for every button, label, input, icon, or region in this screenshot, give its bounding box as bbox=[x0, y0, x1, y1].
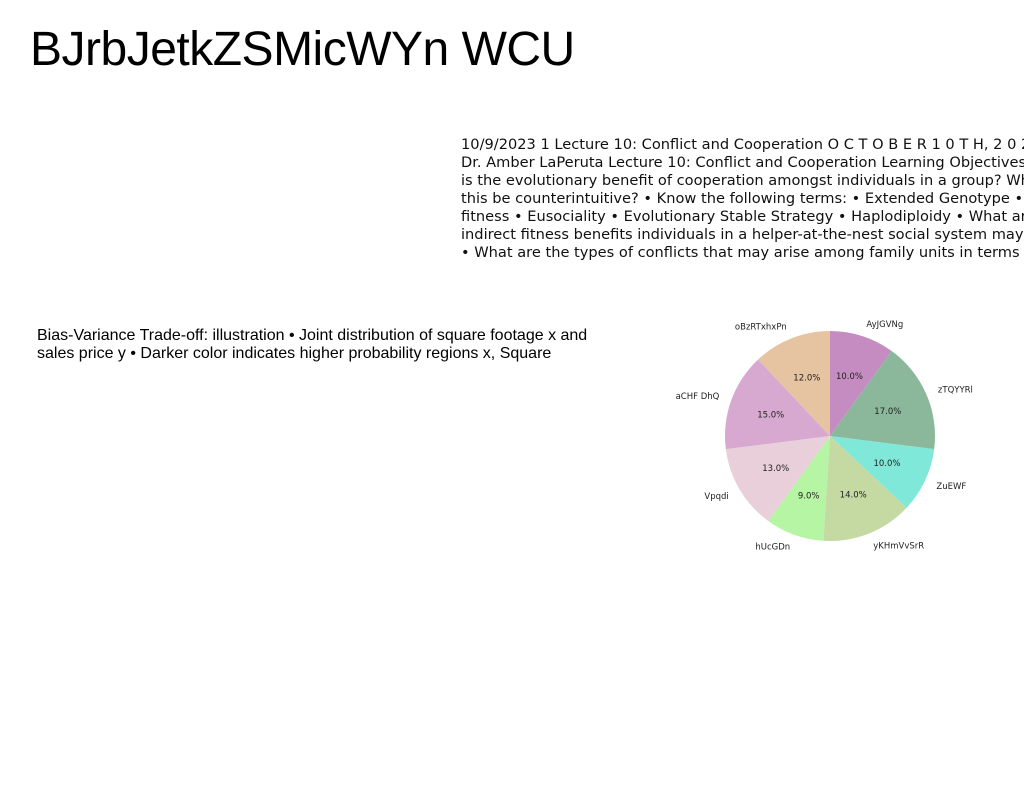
pie-pct-label: 14.0% bbox=[840, 491, 867, 501]
pie-category-label: Vpqdi bbox=[704, 492, 728, 502]
text-line: Dr. Amber LaPeruta Lecture 10: Conflict … bbox=[461, 154, 1024, 171]
text-line: this be counterintuitive? • Know the fol… bbox=[461, 190, 1024, 207]
pie-category-label: oBzRTxhxPn bbox=[735, 323, 787, 333]
pie-category-label: zTQYYRl bbox=[938, 385, 973, 395]
pie-category-label: ZuEWF bbox=[936, 482, 966, 492]
pie-chart-svg: 10.0% AyJGVNg 17.0% zTQYYRl 10.0% ZuEWF 14.0% y… bbox=[676, 320, 973, 553]
text-line: fitness • Eusociality • Evolutionary Sta… bbox=[461, 208, 1024, 225]
pie-chart: 10.0% AyJGVNg 17.0% zTQYYRl 10.0% ZuEWF 14.0% y… bbox=[660, 308, 990, 558]
pie-category-label: aCHF DhQ bbox=[676, 392, 720, 402]
pie-pct-label: 10.0% bbox=[836, 372, 863, 382]
pie-pct-label: 9.0% bbox=[798, 491, 820, 501]
pie-pct-label: 15.0% bbox=[757, 411, 784, 421]
pie-category-label: hUcGDn bbox=[755, 543, 790, 553]
text-line: is the evolutionary benefit of cooperati… bbox=[461, 172, 1024, 189]
page-title: BJrbJetkZSMicWYn WCU bbox=[30, 23, 575, 76]
pie-pct-label: 13.0% bbox=[762, 464, 789, 474]
figure-caption: Bias-Variance Trade-off: illustration • … bbox=[37, 327, 588, 362]
lecture-text-block: 10/9/2023 1 Lecture 10: Conflict and Coo… bbox=[461, 136, 1024, 262]
text-line: indirect fitness benefits individuals in… bbox=[461, 226, 1024, 243]
pie-category-label: yKHmVvSrR bbox=[873, 541, 924, 551]
pie-pct-label: 12.0% bbox=[793, 373, 820, 383]
pie-pct-label: 10.0% bbox=[873, 459, 900, 469]
text-line: 10/9/2023 1 Lecture 10: Conflict and Coo… bbox=[461, 136, 1024, 153]
text-line: • What are the types of conflicts that m… bbox=[461, 244, 1024, 261]
pie-category-label: AyJGVNg bbox=[866, 320, 903, 330]
pie-pct-label: 17.0% bbox=[874, 407, 901, 417]
